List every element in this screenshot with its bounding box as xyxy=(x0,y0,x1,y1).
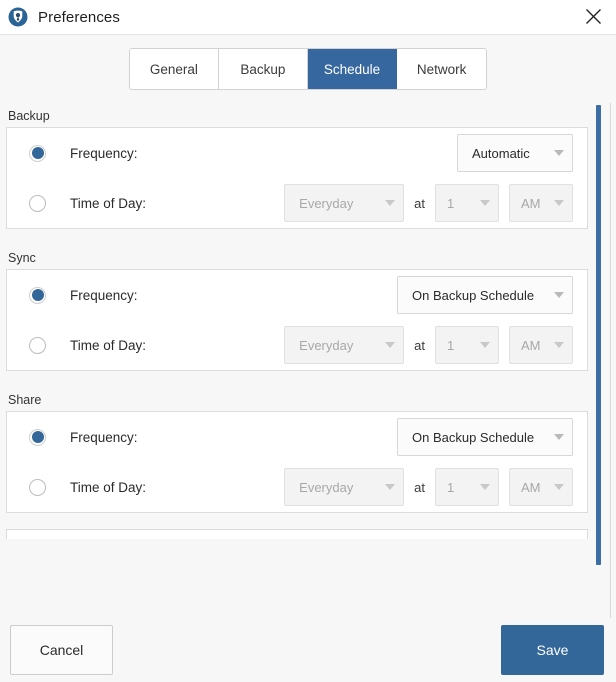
tab-backup-label: Backup xyxy=(240,61,286,77)
section-divider xyxy=(0,513,604,529)
scrollbar-thumb[interactable] xyxy=(596,105,601,565)
chevron-down-icon xyxy=(554,484,564,490)
tab-bar: General Backup Schedule Network xyxy=(128,48,488,90)
share-frequency-radio[interactable] xyxy=(29,428,46,446)
backup-meridiem-dropdown[interactable]: AM xyxy=(509,184,573,222)
tab-bar-region: General Backup Schedule Network xyxy=(0,35,616,103)
share-day-dropdown[interactable]: Everyday xyxy=(284,468,405,506)
title-bar: Preferences xyxy=(0,0,616,35)
sync-day-dropdown[interactable]: Everyday xyxy=(284,326,405,364)
section-divider xyxy=(0,229,604,245)
share-time-of-day-label: Time of Day: xyxy=(70,479,147,495)
tab-network[interactable]: Network xyxy=(397,49,487,89)
dialog-footer: Cancel Save xyxy=(0,618,616,682)
shield-location-icon xyxy=(8,7,28,27)
share-frequency-label: Frequency: xyxy=(70,429,138,445)
chevron-down-icon xyxy=(385,342,396,348)
backup-meridiem-dropdown-value: AM xyxy=(521,195,541,211)
page-title: Preferences xyxy=(38,8,120,26)
chevron-down-icon xyxy=(554,342,564,348)
backup-day-dropdown-value: Everyday xyxy=(299,195,354,211)
sync-hour-dropdown-value: 1 xyxy=(447,337,455,353)
backup-time-of-day-label: Time of Day: xyxy=(70,195,147,211)
tab-schedule[interactable]: Schedule xyxy=(307,49,398,89)
sync-time-of-day-row: Time of Day: Everyday at 1 AM xyxy=(7,320,587,370)
sync-time-of-day-radio[interactable] xyxy=(29,336,46,354)
backup-frequency-radio[interactable] xyxy=(29,144,46,162)
section-backup: Backup Frequency: Automatic Time of Day:… xyxy=(6,103,588,229)
share-day-dropdown-value: Everyday xyxy=(299,479,354,495)
close-icon xyxy=(585,8,602,25)
settings-scroll-area: Backup Frequency: Automatic Time of Day:… xyxy=(0,103,616,618)
chevron-down-icon xyxy=(554,434,564,440)
backup-hour-dropdown[interactable]: 1 xyxy=(435,184,499,222)
chevron-down-icon xyxy=(554,292,564,298)
backup-at-label: at xyxy=(414,195,425,211)
chevron-down-icon xyxy=(480,200,490,206)
share-time-of-day-row: Time of Day: Everyday at 1 AM xyxy=(7,462,587,512)
tab-general-label: General xyxy=(149,61,198,77)
chevron-down-icon xyxy=(385,484,396,490)
share-meridiem-dropdown-value: AM xyxy=(521,479,541,495)
sync-time-of-day-label: Time of Day: xyxy=(70,337,147,353)
sync-day-dropdown-value: Everyday xyxy=(299,337,354,353)
close-button[interactable] xyxy=(570,0,616,33)
backup-time-of-day-radio[interactable] xyxy=(29,194,46,212)
share-frequency-dropdown[interactable]: On Backup Schedule xyxy=(397,418,573,456)
sync-frequency-dropdown[interactable]: On Backup Schedule xyxy=(397,276,573,314)
section-backup-panel: Frequency: Automatic Time of Day: Everyd… xyxy=(6,127,588,229)
section-share-panel: Frequency: On Backup Schedule Time of Da… xyxy=(6,411,588,513)
share-frequency-dropdown-value: On Backup Schedule xyxy=(412,429,535,445)
section-next-partial xyxy=(6,529,588,539)
preferences-window: Preferences General Backup Schedule Netw xyxy=(0,0,616,682)
save-button[interactable]: Save xyxy=(501,625,604,675)
section-sync-label: Sync xyxy=(8,251,36,265)
share-frequency-row: Frequency: On Backup Schedule xyxy=(7,412,587,462)
share-meridiem-dropdown[interactable]: AM xyxy=(509,468,573,506)
chevron-down-icon xyxy=(480,484,490,490)
tab-backup[interactable]: Backup xyxy=(218,49,308,89)
backup-frequency-label: Frequency: xyxy=(70,145,138,161)
backup-hour-dropdown-value: 1 xyxy=(447,195,455,211)
share-hour-dropdown[interactable]: 1 xyxy=(435,468,499,506)
backup-frequency-row: Frequency: Automatic xyxy=(7,128,587,178)
section-backup-label: Backup xyxy=(8,109,50,123)
backup-frequency-dropdown-value: Automatic xyxy=(472,145,530,161)
section-sync: Sync Frequency: On Backup Schedule Time … xyxy=(6,245,588,371)
sync-meridiem-dropdown-value: AM xyxy=(521,337,541,353)
share-time-of-day-radio[interactable] xyxy=(29,478,46,496)
sync-frequency-radio[interactable] xyxy=(29,286,46,304)
section-sync-panel: Frequency: On Backup Schedule Time of Da… xyxy=(6,269,588,371)
cancel-button[interactable]: Cancel xyxy=(10,625,113,675)
sync-frequency-row: Frequency: On Backup Schedule xyxy=(7,270,587,320)
window-right-edge xyxy=(610,103,616,618)
section-share: Share Frequency: On Backup Schedule Time… xyxy=(6,387,588,513)
tab-schedule-label: Schedule xyxy=(323,61,381,77)
sync-at-label: at xyxy=(414,337,425,353)
chevron-down-icon xyxy=(554,150,564,156)
section-share-label: Share xyxy=(8,393,42,407)
backup-frequency-dropdown[interactable]: Automatic xyxy=(457,134,573,172)
chevron-down-icon xyxy=(554,200,564,206)
share-hour-dropdown-value: 1 xyxy=(447,479,455,495)
vertical-scrollbar[interactable] xyxy=(595,103,603,618)
tab-general[interactable]: General xyxy=(129,49,219,89)
backup-day-dropdown[interactable]: Everyday xyxy=(284,184,405,222)
tab-network-label: Network xyxy=(416,61,467,77)
sync-hour-dropdown[interactable]: 1 xyxy=(435,326,499,364)
settings-content: Backup Frequency: Automatic Time of Day:… xyxy=(0,103,604,618)
section-divider xyxy=(0,371,604,387)
chevron-down-icon xyxy=(385,200,396,206)
chevron-down-icon xyxy=(480,342,490,348)
sync-meridiem-dropdown[interactable]: AM xyxy=(509,326,573,364)
sync-frequency-dropdown-value: On Backup Schedule xyxy=(412,287,535,303)
sync-frequency-label: Frequency: xyxy=(70,287,138,303)
share-at-label: at xyxy=(414,479,425,495)
cancel-button-label: Cancel xyxy=(39,642,84,658)
backup-time-of-day-row: Time of Day: Everyday at 1 AM xyxy=(7,178,587,228)
save-button-label: Save xyxy=(536,642,569,658)
